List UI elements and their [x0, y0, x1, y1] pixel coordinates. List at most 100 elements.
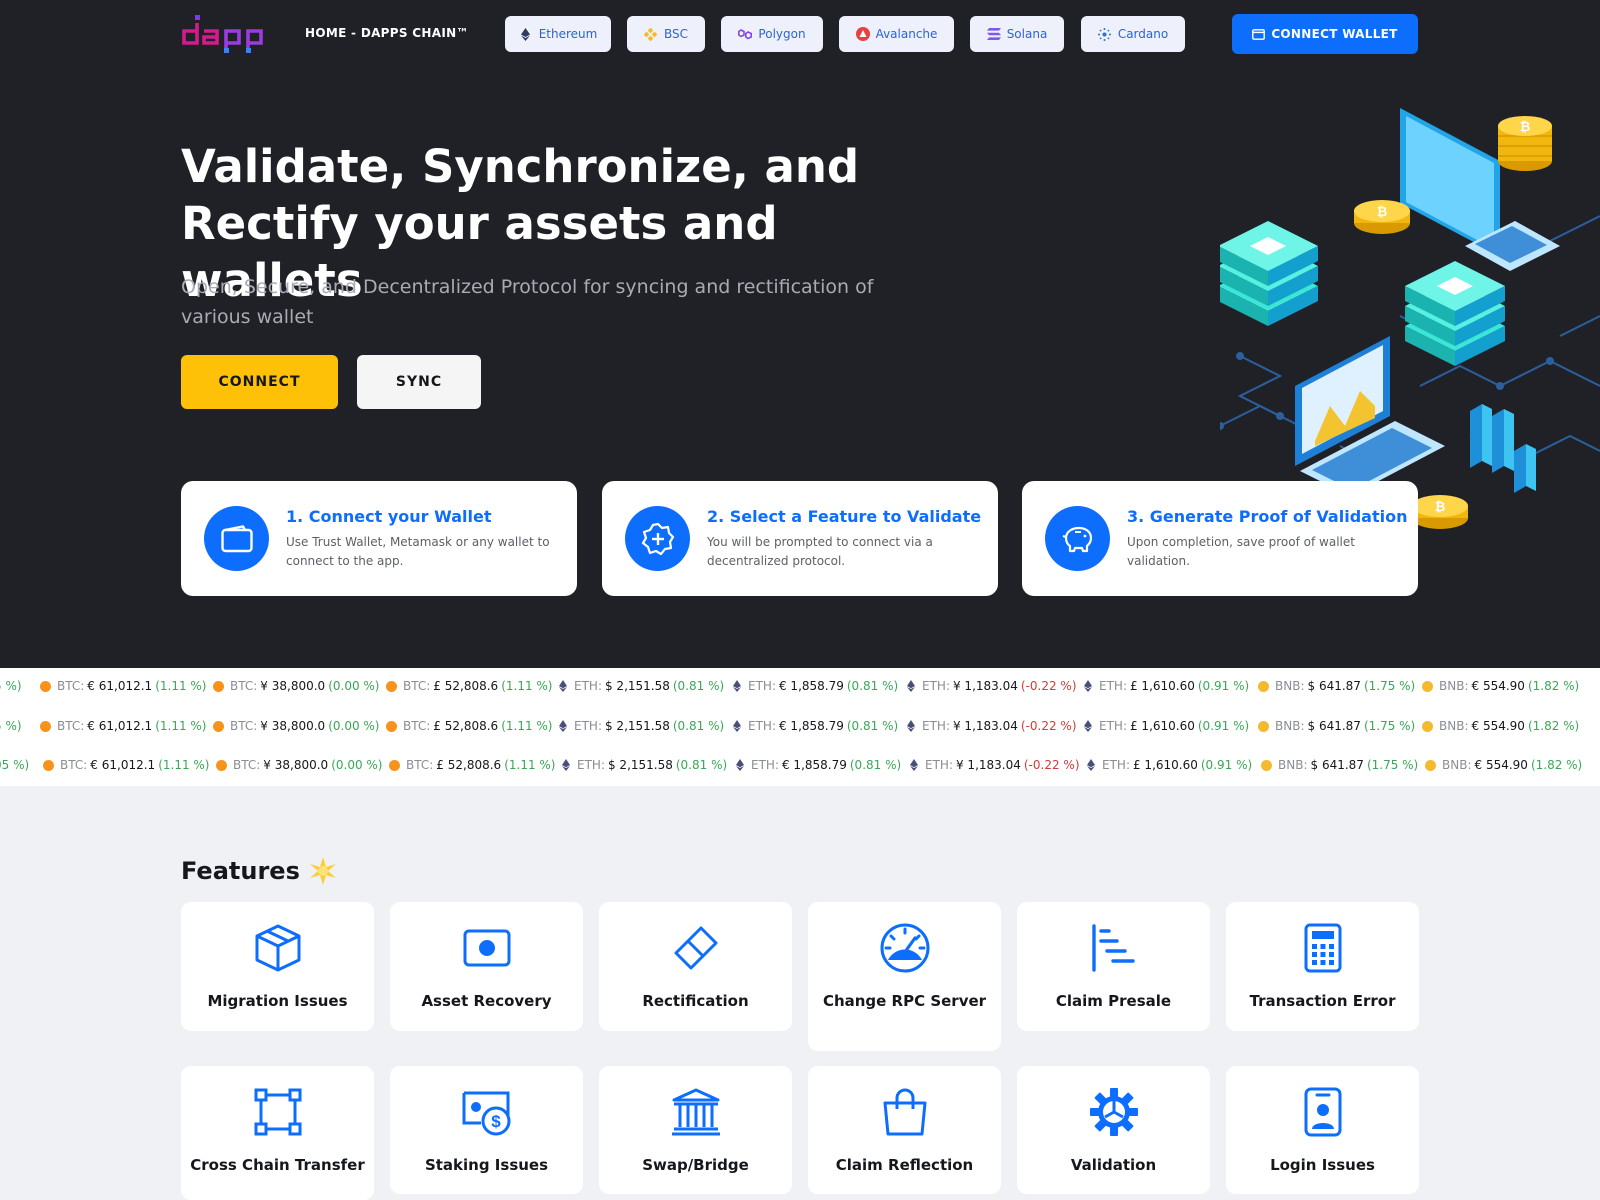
bnb-icon — [1258, 720, 1269, 732]
ticker-item[interactable]: BTC: € 61,012.1 (1.11 %) — [40, 716, 207, 736]
bnb-icon — [1258, 680, 1269, 692]
ticker-price: £ 52,808.6 — [433, 679, 499, 693]
ticker-item[interactable]: BNB: $ 641.87 (1.75 %) — [1258, 676, 1415, 696]
ticker-item[interactable]: BNB: $ 641.87 (1.75 %) — [1261, 755, 1418, 775]
ethereum-icon — [519, 27, 533, 41]
hero-subtitle: Open, Secure, and Decentralized Protocol… — [181, 276, 874, 328]
bnb-icon — [1422, 680, 1433, 692]
ticker-item[interactable]: BTC: £ 52,808.6 (1.11 %) — [386, 716, 553, 736]
ticker-item[interactable]: ETH: £ 1,610.60 (0.91 %) — [1087, 755, 1252, 775]
ticker-price: € 1,858.79 — [781, 758, 847, 772]
ticker-price: ¥ 38,800.0 — [260, 679, 326, 693]
price-ticker: 5 %)BTC:€ 61,012.1(1.11 %)BTC:¥ 38,800.0… — [0, 668, 1600, 786]
ticker-item[interactable]: BTC: ¥ 38,800.0 (0.00 %) — [213, 676, 380, 696]
feature-card-claim-presale[interactable]: Claim Presale — [1017, 902, 1210, 1031]
ticker-item[interactable]: BNB: € 554.90 (1.82 %) — [1422, 716, 1579, 736]
ticker-item[interactable]: ETH: € 1,858.79 (0.81 %) — [736, 755, 901, 775]
ticker-item[interactable]: BNB: € 554.90 (1.82 %) — [1425, 755, 1582, 775]
feature-card-login-issues[interactable]: Login Issues — [1226, 1066, 1419, 1194]
avalanche-icon — [855, 27, 870, 41]
ticker-change: 5 %) — [0, 719, 22, 733]
ticker-change: (0.00 %) — [328, 719, 380, 733]
step-card-select: 2. Select a Feature to Validate You will… — [602, 481, 998, 596]
ticker-item[interactable]: ETH: € 1,858.79 (0.81 %) — [733, 676, 898, 696]
feature-card-swap-bridge[interactable]: Swap/Bridge — [599, 1066, 792, 1194]
blockchain-illustration: ₿ ₿ ₿ — [1220, 108, 1600, 529]
ticker-row: 5 %)BTC:€ 61,012.1(1.11 %)BTC:¥ 38,800.0… — [0, 676, 1600, 696]
ticker-item[interactable]: BNB: € 554.90 (1.82 %) — [1422, 676, 1579, 696]
ticker-item[interactable]: BNB: $ 641.87 (1.75 %) — [1258, 716, 1415, 736]
solana-icon — [986, 27, 1001, 41]
window-icon — [1252, 28, 1266, 40]
feature-label: Migration Issues — [207, 992, 348, 1010]
ticker-change: (1.11 %) — [504, 758, 556, 772]
feature-card-validation[interactable]: Validation — [1017, 1066, 1210, 1194]
dapp-logo[interactable] — [181, 13, 273, 55]
feature-card-staking-issues[interactable]: $ Staking Issues — [390, 1066, 583, 1194]
feature-card-claim-reflection[interactable]: Claim Reflection — [808, 1066, 1001, 1194]
ticker-change: (-0.22 %) — [1020, 679, 1077, 693]
chain-button-avalanche[interactable]: Avalanche — [839, 16, 954, 52]
feature-card-asset-recovery[interactable]: Asset Recovery — [390, 902, 583, 1031]
ticker-item[interactable]: BTC: £ 52,808.6 (1.11 %) — [386, 676, 553, 696]
ticker-symbol: ETH: — [751, 758, 779, 772]
ticker-price: £ 52,808.6 — [433, 719, 499, 733]
feature-label: Transaction Error — [1249, 992, 1396, 1010]
feature-card-migration-issues[interactable]: Migration Issues — [181, 902, 374, 1031]
chain-button-ethereum[interactable]: Ethereum — [505, 16, 611, 52]
record-icon — [461, 922, 513, 974]
ticker-item[interactable]: ETH: $ 2,151.58 (0.81 %) — [559, 716, 724, 736]
feature-label: Rectification — [642, 992, 749, 1010]
ticker-item[interactable]: BTC: € 61,012.1 (1.11 %) — [40, 676, 207, 696]
ticker-symbol: BNB: — [1278, 758, 1308, 772]
chain-button-polygon[interactable]: Polygon — [721, 16, 823, 52]
ticker-symbol: BTC: — [233, 758, 261, 772]
ticker-item[interactable]: ETH: ¥ 1,183.04 (-0.22 %) — [910, 755, 1080, 775]
chain-button-cardano[interactable]: Cardano — [1081, 16, 1185, 52]
feature-label: Swap/Bridge — [642, 1156, 749, 1174]
ticker-price: $ 2,151.58 — [604, 719, 670, 733]
ticker-change: (1.11 %) — [158, 758, 210, 772]
chain-button-solana[interactable]: Solana — [970, 16, 1064, 52]
feature-card-cross-chain-transfer[interactable]: Cross Chain Transfer — [181, 1066, 374, 1200]
chain-button-bsc[interactable]: BSC — [627, 16, 705, 52]
wallet-icon — [204, 506, 269, 571]
feature-label: Staking Issues — [424, 1156, 549, 1174]
ticker-change: (0.00 %) — [328, 679, 380, 693]
ticker-change: (0.00 %) — [331, 758, 383, 772]
ticker-price: $ 641.87 — [1310, 758, 1364, 772]
box-icon — [252, 922, 304, 974]
connect-wallet-button[interactable]: CONNECT WALLET — [1232, 14, 1418, 54]
ticker-item[interactable]: ETH: ¥ 1,183.04 (-0.22 %) — [907, 716, 1077, 736]
feature-card-change-rpc-server[interactable]: Change RPC Server — [808, 902, 1001, 1051]
ticker-item[interactable]: ETH: £ 1,610.60 (0.91 %) — [1084, 716, 1249, 736]
feature-card-transaction-error[interactable]: Transaction Error — [1226, 902, 1419, 1031]
connect-button[interactable]: CONNECT — [181, 355, 338, 409]
ticker-price: € 1,858.79 — [778, 719, 844, 733]
features-title: Features — [181, 857, 300, 885]
feature-label: Claim Reflection — [835, 1156, 974, 1174]
sync-button[interactable]: SYNC — [357, 355, 481, 409]
feature-card-rectification[interactable]: Rectification — [599, 902, 792, 1031]
bitcoin-icon — [213, 680, 224, 692]
ticker-item[interactable]: ETH: ¥ 1,183.04 (-0.22 %) — [907, 676, 1077, 696]
hero-section: Validate, Synchronize, and Rectify your … — [0, 66, 1600, 668]
step-text: You will be prompted to connect via a de… — [707, 535, 933, 568]
ticker-item[interactable]: BTC: ¥ 38,800.0 (0.00 %) — [213, 716, 380, 736]
nav-home-title[interactable]: HOME - DAPPS CHAIN™ — [305, 26, 469, 40]
ticker-price: ¥ 1,183.04 — [952, 679, 1018, 693]
bitcoin-icon — [40, 680, 51, 692]
ticker-item[interactable]: ETH: $ 2,151.58 (0.81 %) — [559, 676, 724, 696]
bitcoin-icon — [386, 680, 397, 692]
ethereum-icon — [910, 759, 918, 771]
ticker-row: 05 %)BTC:€ 61,012.1(1.11 %)BTC:¥ 38,800.… — [0, 755, 1600, 775]
ticker-change: (-0.22 %) — [1023, 758, 1080, 772]
ticker-item[interactable]: BTC: ¥ 38,800.0 (0.00 %) — [216, 755, 383, 775]
features-heading: Features — [181, 856, 338, 886]
ticker-item[interactable]: ETH: £ 1,610.60 (0.91 %) — [1084, 676, 1249, 696]
ticker-item[interactable]: ETH: € 1,858.79 (0.81 %) — [733, 716, 898, 736]
ticker-change: (0.91 %) — [1200, 758, 1253, 772]
ticker-item[interactable]: BTC: € 61,012.1 (1.11 %) — [43, 755, 210, 775]
ticker-item[interactable]: BTC: £ 52,808.6 (1.11 %) — [389, 755, 556, 775]
ticker-item[interactable]: ETH: $ 2,151.58 (0.81 %) — [562, 755, 727, 775]
